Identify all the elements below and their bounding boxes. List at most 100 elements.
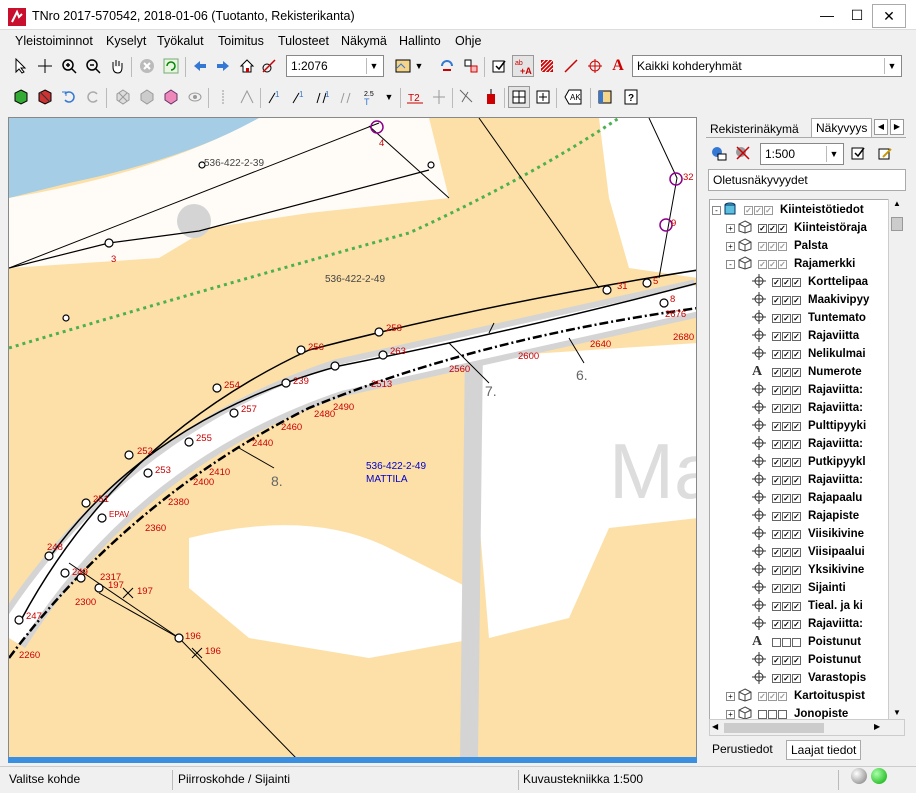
layer-tree-item[interactable]: ✓ ✓ ✓ Viisikivine bbox=[752, 525, 864, 543]
close-button[interactable]: ✕ bbox=[872, 4, 906, 28]
map-scale-select[interactable]: 1:2076 ▼ bbox=[286, 55, 384, 77]
layer-tree-item[interactable]: ✓ ✓ ✓ Rajaviitta: bbox=[752, 381, 863, 399]
visibility-checkbox[interactable] bbox=[782, 637, 791, 647]
layer-tree-item[interactable]: + ✓ ✓ ✓ Kartoituspist bbox=[726, 687, 865, 705]
tree-vertical-scrollbar[interactable]: ▲ ▼ bbox=[888, 199, 905, 724]
layer-tree[interactable]: - ✓ ✓ ✓ Kiinteistötiedot + ✓ ✓ ✓ Kiinteistöraja + ✓… bbox=[709, 199, 905, 736]
layers-dropdown-icon[interactable]: ▼ bbox=[412, 55, 426, 77]
visibility-checkbox[interactable]: ✓ bbox=[772, 277, 781, 287]
shape-pink-icon[interactable] bbox=[160, 86, 182, 108]
tab-nakyvyys[interactable]: Näkyvyys bbox=[811, 118, 873, 137]
visibility-checkbox[interactable]: ✓ bbox=[782, 403, 791, 413]
visibility-checkbox[interactable]: ✓ bbox=[772, 547, 781, 557]
menu-toimitus[interactable]: Toimitus bbox=[218, 34, 264, 48]
menu-nakyma[interactable]: Näkymä bbox=[341, 34, 387, 48]
layer-tree-item[interactable]: ✓ ✓ ✓ Maakivipyy bbox=[752, 291, 869, 309]
layer-tree-item[interactable]: A Poistunut bbox=[752, 633, 861, 651]
visibility-checkbox[interactable]: ✓ bbox=[768, 241, 777, 251]
layer-tree-item[interactable]: ✓ ✓ ✓ Pulttipyyki bbox=[752, 417, 866, 435]
maximize-button[interactable]: ☐ bbox=[840, 4, 874, 28]
visibility-checkbox[interactable]: ✓ bbox=[772, 601, 781, 611]
layer-tree-item[interactable]: ✓ ✓ ✓ Rajapiste bbox=[752, 507, 859, 525]
visibility-checkbox[interactable]: ✓ bbox=[792, 511, 801, 521]
layer-tree-item[interactable]: + ✓ ✓ ✓ Palsta bbox=[726, 237, 828, 255]
text-tool-icon[interactable]: A bbox=[607, 55, 629, 77]
pan-hand-icon[interactable] bbox=[106, 55, 128, 77]
visibility-checkbox[interactable] bbox=[768, 709, 777, 719]
expand-icon[interactable]: + bbox=[726, 709, 735, 719]
visibility-checkbox[interactable]: ✓ bbox=[772, 313, 781, 323]
visibility-checkbox[interactable]: ✓ bbox=[782, 655, 791, 665]
layer-tree-item[interactable]: ✓ ✓ ✓ Tieal. ja ki bbox=[752, 597, 863, 615]
layer-tree-item[interactable]: ✓ ✓ ✓ Korttelipaa bbox=[752, 273, 868, 291]
tab-scroll-left-icon[interactable]: ◀ bbox=[874, 119, 888, 135]
visibility-checkbox[interactable] bbox=[772, 637, 781, 647]
home-icon[interactable] bbox=[236, 55, 258, 77]
visibility-checkbox[interactable]: ✓ bbox=[792, 655, 801, 665]
visibility-checkbox[interactable]: ✓ bbox=[772, 367, 781, 377]
visibility-checkbox[interactable]: ✓ bbox=[772, 673, 781, 683]
visibility-checkbox[interactable]: ✓ bbox=[772, 457, 781, 467]
visibility-checkbox[interactable]: ✓ bbox=[792, 547, 801, 557]
visibility-checkbox[interactable]: ✓ bbox=[778, 259, 787, 269]
tab-scroll-right-icon[interactable]: ▶ bbox=[890, 119, 904, 135]
cut-line-icon[interactable] bbox=[456, 86, 478, 108]
visibility-checkbox[interactable]: ✓ bbox=[772, 475, 781, 485]
map-view-off-icon[interactable] bbox=[732, 142, 754, 164]
layer-tree-item[interactable]: ✓ ✓ ✓ Rajaviitta: bbox=[752, 435, 863, 453]
visibility-checkbox[interactable]: ✓ bbox=[782, 367, 791, 377]
point-number-3-icon[interactable]: 1 bbox=[312, 86, 334, 108]
measure-icon[interactable] bbox=[258, 55, 280, 77]
layer-tree-item[interactable]: + ✓ ✓ ✓ Kiinteistöraja bbox=[726, 219, 867, 237]
view-name-field[interactable]: Oletusnäkyvyydet bbox=[708, 169, 906, 191]
hscroll-thumb[interactable] bbox=[724, 723, 824, 733]
point-number-4-icon[interactable] bbox=[336, 86, 358, 108]
visibility-checkbox[interactable]: ✓ bbox=[778, 691, 787, 701]
visibility-checkbox[interactable]: ✓ bbox=[758, 691, 767, 701]
visibility-checkbox[interactable]: ✓ bbox=[772, 619, 781, 629]
layer-tree-item[interactable]: ✓ ✓ ✓ Sijainti bbox=[752, 579, 846, 597]
collapse-icon[interactable]: - bbox=[712, 205, 721, 215]
expand-icon[interactable]: + bbox=[726, 241, 735, 251]
layer-tree-item[interactable]: ✓ ✓ ✓ Varastopis bbox=[752, 669, 866, 687]
layer-tree-item[interactable]: ✓ ✓ ✓ Putkipyykl bbox=[752, 453, 866, 471]
angle-icon[interactable] bbox=[236, 86, 258, 108]
point-number-2-icon[interactable]: 1 bbox=[288, 86, 310, 108]
visibility-checkbox[interactable]: ✓ bbox=[782, 619, 791, 629]
visibility-checkbox[interactable]: ✓ bbox=[772, 331, 781, 341]
scroll-up-icon[interactable]: ▲ bbox=[889, 199, 905, 215]
eraser-icon[interactable] bbox=[480, 86, 502, 108]
visibility-checkbox[interactable]: ✓ bbox=[782, 493, 791, 503]
visibility-checkbox[interactable]: ✓ bbox=[792, 619, 801, 629]
properties-icon[interactable] bbox=[488, 55, 510, 77]
draw-line-icon[interactable] bbox=[560, 55, 582, 77]
visibility-checkbox[interactable] bbox=[758, 709, 767, 719]
visibility-checkbox[interactable]: ✓ bbox=[772, 565, 781, 575]
expand-icon[interactable]: + bbox=[726, 691, 735, 701]
layer-tree-item[interactable]: ✓ ✓ ✓ Nelikulmai bbox=[752, 345, 866, 363]
visibility-checkbox[interactable]: ✓ bbox=[792, 673, 801, 683]
visibility-checkbox[interactable]: ✓ bbox=[792, 565, 801, 575]
menu-yleistoiminnot[interactable]: Yleistoiminnot bbox=[15, 34, 93, 48]
layer-tree-item[interactable]: - ✓ ✓ ✓ Kiinteistötiedot bbox=[712, 201, 864, 219]
zoom-out-icon[interactable] bbox=[82, 55, 104, 77]
map-svg[interactable]: 536-422-2-39 536-422-2-49 536-422-2-49 M… bbox=[9, 118, 697, 760]
visibility-checkbox[interactable]: ✓ bbox=[758, 259, 767, 269]
scroll-left-icon[interactable]: ◀ bbox=[712, 722, 718, 731]
refresh-icon[interactable] bbox=[160, 55, 182, 77]
layer-tree-item[interactable]: ✓ ✓ ✓ Rajaviitta: bbox=[752, 471, 863, 489]
visibility-checkbox[interactable]: ✓ bbox=[768, 259, 777, 269]
delete-shape-icon[interactable] bbox=[112, 86, 134, 108]
layer-tree-item[interactable]: ✓ ✓ ✓ Viisipaalui bbox=[752, 543, 865, 561]
map-horizontal-scrollbar[interactable] bbox=[8, 757, 697, 763]
visibility-checkbox[interactable]: ✓ bbox=[772, 583, 781, 593]
label-toggle-icon[interactable]: ab +A bbox=[512, 55, 534, 77]
menu-hallinto[interactable]: Hallinto bbox=[399, 34, 441, 48]
visibility-checkbox[interactable]: ✓ bbox=[758, 241, 767, 251]
visibility-checkbox[interactable]: ✓ bbox=[782, 547, 791, 557]
visibility-checkbox[interactable]: ✓ bbox=[792, 385, 801, 395]
ak-badge-icon[interactable]: AK bbox=[562, 86, 584, 108]
layer-tree-item[interactable]: A ✓ ✓ ✓ Numerote bbox=[752, 363, 862, 381]
snap-cross-icon[interactable] bbox=[532, 86, 554, 108]
renumber-dropdown-icon[interactable]: ▼ bbox=[382, 86, 396, 108]
